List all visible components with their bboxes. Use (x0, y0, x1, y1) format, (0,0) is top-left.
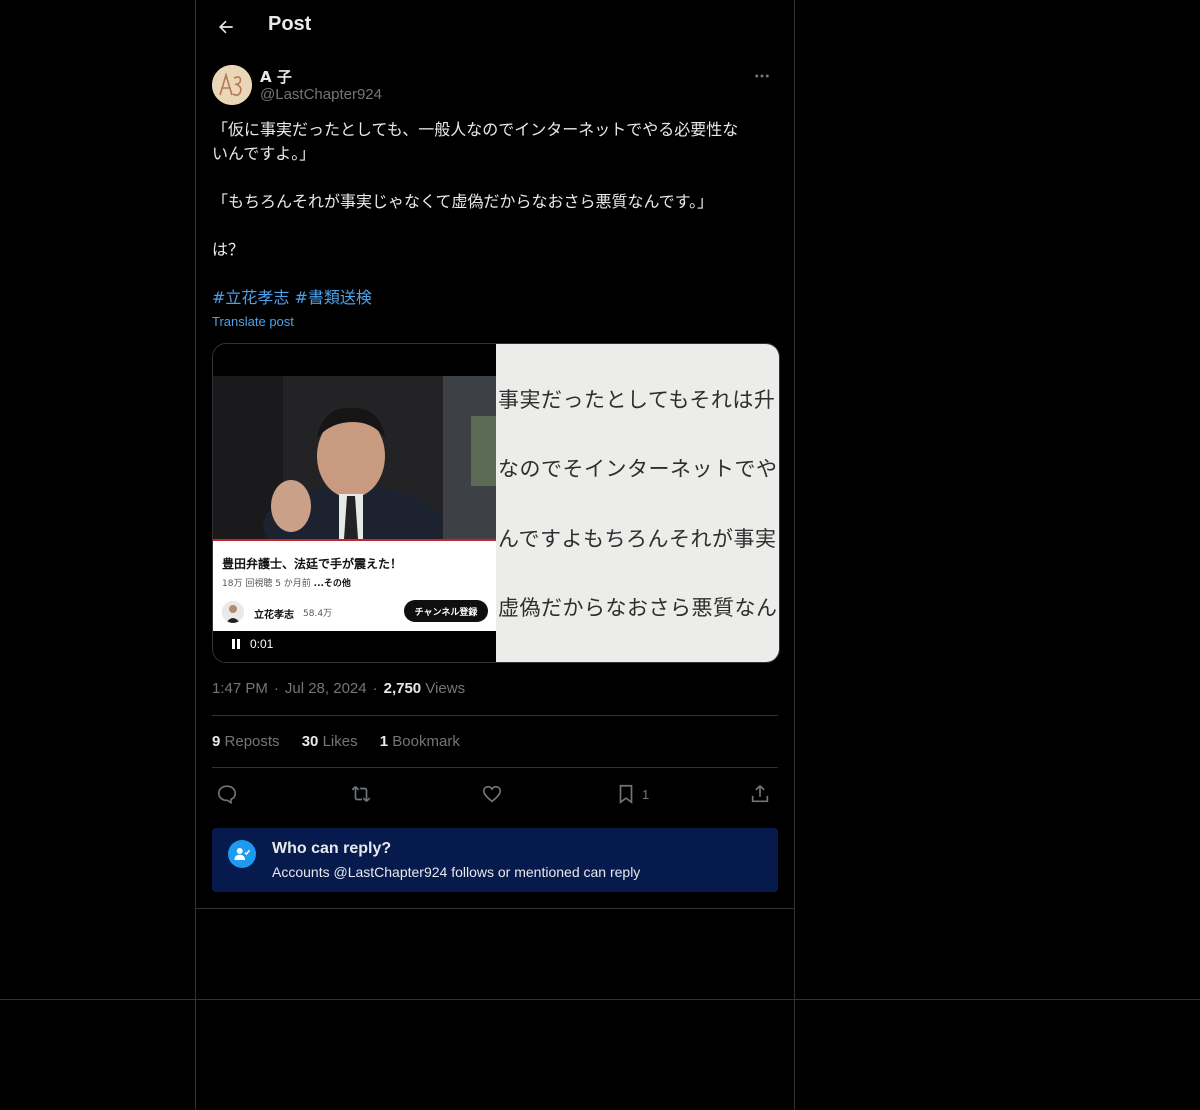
subtitle-line: んですよもちろんそれが事実 (498, 527, 777, 551)
reply-restriction-description: Accounts @LastChapter924 follows or ment… (272, 864, 641, 880)
reply-restriction-notice: Who can reply? Accounts @LastChapter924 … (212, 828, 778, 892)
reposts-stat[interactable]: 9 Reposts (212, 733, 280, 750)
bookmarks-stat[interactable]: 1 Bookmark (380, 733, 460, 750)
post-text: 「仮に事実だったとしても、一般人なのでインターネットでやる必要性な いんですよ。… (212, 118, 778, 310)
video-player[interactable]: 豊田弁護士、法廷で手が震えた！ 18万 回視聴 5 か月前 ...その他 立花孝… (212, 343, 780, 663)
subtitle-line: なのでそインターネットでや (498, 457, 778, 481)
reposts-count: 9 (212, 733, 221, 750)
post-time[interactable]: 1:47 PM (212, 680, 268, 697)
post-author: A 子 @LastChapter924 (212, 64, 778, 108)
post-line: いんですよ。」 (212, 144, 316, 163)
video-frame-image (213, 376, 496, 539)
more-dots-icon (755, 74, 769, 78)
post-date[interactable]: Jul 28, 2024 (285, 680, 367, 697)
subtitle-line: 事実だったとしてもそれは升 (498, 388, 776, 412)
bookmarks-count: 1 (379, 733, 389, 750)
reply-button[interactable] (216, 780, 238, 808)
pause-button[interactable] (229, 637, 243, 651)
video-card-title: 豊田弁護士、法廷で手が震えた！ (222, 557, 403, 571)
video-age: 5 か月前 (275, 579, 311, 589)
repost-button[interactable] (349, 780, 373, 808)
bookmarks-label: Bookmark (392, 733, 460, 750)
views-count: 2,750 (383, 680, 422, 697)
hashtag-link[interactable]: #立花孝志 (212, 288, 289, 307)
post-line: 「仮に事実だったとしても、一般人なのでインターネットでやる必要性な (212, 120, 739, 139)
video-more-link[interactable]: ...その他 (314, 579, 351, 589)
post-line: は？ (212, 240, 245, 259)
post-meta: 1:47 PM · Jul 28, 2024 · 2,750 Views (212, 680, 466, 697)
post-line: 「もちろんそれが事実じゃなくて虚偽だからなおさら悪質なんです。」 (212, 192, 714, 211)
views-label: Views (425, 680, 466, 697)
action-bar: 1 (212, 780, 778, 808)
heart-icon (482, 785, 502, 803)
page: Post A 子 @LastChapter924 「仮に事実だったとしても、一般… (0, 0, 1200, 1110)
reply-restriction-title: Who can reply? (272, 840, 392, 857)
likes-count: 30 (301, 733, 319, 750)
share-button[interactable] (749, 780, 771, 808)
avatar[interactable] (212, 65, 252, 105)
video-card-meta: 18万 回視聴 5 か月前 ...その他 (222, 576, 351, 589)
user-mention-icon (228, 840, 256, 868)
subtitle-line: 虚偽だからなおさら悪質なん (498, 596, 778, 620)
translate-post-link[interactable]: Translate post (212, 314, 294, 329)
like-button[interactable] (481, 780, 503, 808)
hashtag-link[interactable]: #書類送検 (295, 288, 372, 307)
reposts-label: Reposts (224, 733, 280, 750)
subscribe-button[interactable]: チャンネル登録 (404, 600, 488, 622)
likes-stat[interactable]: 30 Likes (302, 733, 358, 750)
channel-name: 立花孝志 (254, 610, 294, 621)
back-button[interactable] (208, 9, 244, 45)
meta-divider (212, 715, 778, 716)
video-time: 0:01 (250, 637, 274, 651)
stats-divider (212, 767, 778, 768)
column-divider-right (794, 0, 795, 1110)
video-left-pane: 豊田弁護士、法廷で手が震えた！ 18万 回視聴 5 か月前 ...その他 立花孝… (213, 344, 496, 662)
video-thumbnail (213, 376, 496, 539)
bookmark-button[interactable]: 1 (616, 780, 649, 808)
channel-subscribers: 58.4万 (303, 609, 333, 619)
person-check-icon (234, 848, 251, 860)
repost-icon (351, 786, 371, 802)
bookmark-action-count: 1 (642, 786, 650, 802)
pause-icon (232, 639, 240, 649)
page-divider (0, 999, 1200, 1000)
video-views: 18万 回視聴 (222, 579, 273, 589)
arrow-left-icon (219, 20, 233, 34)
bookmark-icon (619, 784, 633, 804)
post-bottom-divider (196, 908, 794, 909)
post-stats: 9 Reposts 30 Likes 1 Bookmark (212, 733, 478, 750)
video-subtitle-pane: 事実だったとしてもそれは升 なのでそインターネットでや んですよもちろんそれが事… (496, 344, 779, 662)
video-controls: 0:01 (213, 629, 496, 662)
channel-avatar (222, 601, 244, 623)
more-options-button[interactable] (750, 64, 774, 88)
hashtag-list: #立花孝志 #書類送検 (212, 286, 778, 310)
author-name[interactable]: A 子 (260, 66, 292, 87)
avatar-image (212, 65, 252, 105)
author-handle[interactable]: @LastChapter924 (260, 86, 382, 103)
likes-label: Likes (322, 733, 358, 750)
page-title: Post (268, 13, 312, 35)
column-divider-left (195, 0, 196, 1110)
youtube-info-card: 豊田弁護士、法廷で手が震えた！ 18万 回視聴 5 か月前 ...その他 立花孝… (213, 539, 496, 631)
share-icon (751, 785, 769, 803)
top-bar: Post (196, 0, 794, 54)
reply-icon (217, 785, 237, 805)
channel-avatar-image (222, 601, 244, 623)
